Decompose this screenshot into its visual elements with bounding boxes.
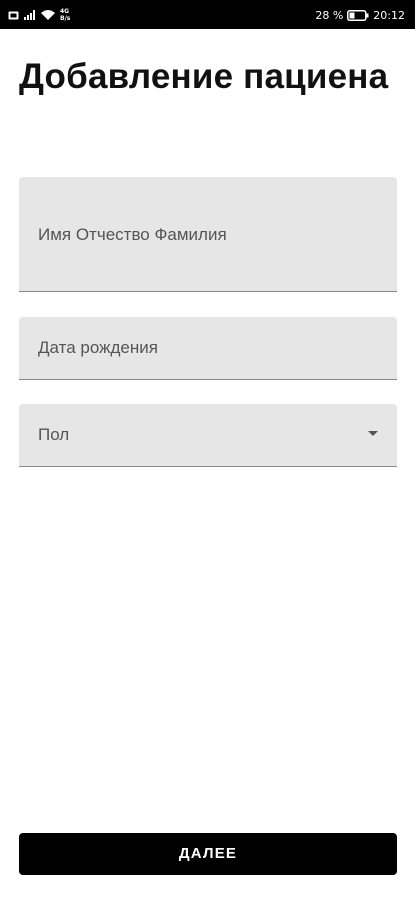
full-name-placeholder: Имя Отчество Фамилия	[38, 225, 227, 244]
network-speed-unit: B/s	[60, 15, 71, 22]
status-bar-left: 4G B/s	[8, 6, 70, 24]
clock: 20:12	[373, 8, 405, 22]
page-title: Добавление пациена	[19, 57, 389, 96]
birthdate-field[interactable]: Дата рождения	[19, 317, 397, 380]
network-speed-value: 4G	[60, 8, 70, 15]
birthdate-placeholder: Дата рождения	[38, 338, 158, 357]
wifi-icon	[41, 10, 55, 20]
sim-icon	[8, 11, 19, 20]
add-patient-screen: 4G B/s 28 % 20:12 Добавление пациена Имя…	[0, 0, 415, 900]
chevron-down-icon[interactable]	[368, 431, 378, 436]
full-name-field[interactable]: Имя Отчество Фамилия	[19, 177, 397, 292]
next-button[interactable]: ДАЛЕЕ	[19, 833, 397, 875]
status-bar: 4G B/s 28 % 20:12	[0, 0, 415, 29]
network-speed: 4G B/s	[60, 8, 70, 22]
status-bar-right: 28 % 20:12	[315, 6, 405, 24]
gender-placeholder: Пол	[38, 425, 70, 444]
battery-percent: 28 %	[315, 8, 344, 22]
battery-icon	[347, 9, 369, 21]
gender-select[interactable]: Пол	[19, 404, 397, 467]
signal-icon	[24, 10, 36, 20]
